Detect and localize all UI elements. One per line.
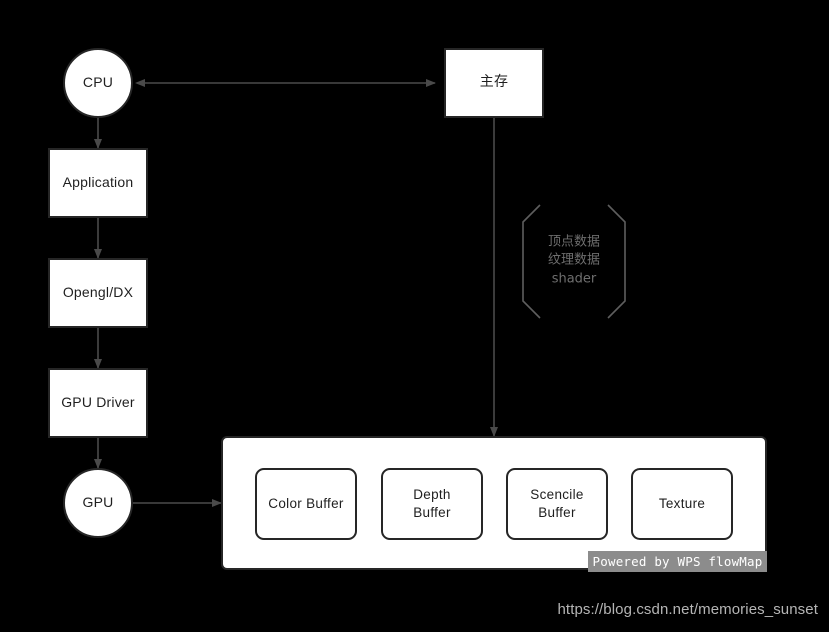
data-upload-annotation: 顶点数据 纹理数据 shader [518, 204, 630, 319]
framebuffer-box-label: Color Buffer [268, 496, 344, 512]
framebuffer-box-color-buffer[interactable]: Color Buffer [255, 468, 357, 540]
node-gpu-driver[interactable]: GPU Driver [48, 368, 148, 438]
node-application-label: Application [62, 174, 134, 191]
framebuffer-box-label: Depth Buffer [413, 487, 451, 520]
node-gpu-label: GPU [82, 494, 114, 511]
node-opengl-dx-label: Opengl/DX [62, 284, 134, 301]
framebuffer-panel: Color Buffer Depth Buffer Scencile Buffe… [221, 436, 767, 570]
framebuffer-box-scencile-buffer[interactable]: Scencile Buffer [506, 468, 608, 540]
framebuffer-box-label: Texture [658, 496, 706, 512]
framebuffer-box-depth-buffer[interactable]: Depth Buffer [381, 468, 483, 540]
source-url-text: https://blog.csdn.net/memories_sunset [557, 601, 818, 618]
node-main-memory-label: 主存 [479, 74, 509, 91]
node-application[interactable]: Application [48, 148, 148, 218]
node-opengl-dx[interactable]: Opengl/DX [48, 258, 148, 328]
node-cpu-label: CPU [82, 74, 114, 91]
node-cpu[interactable]: CPU [63, 48, 133, 118]
diagram-canvas: CPU Application Opengl/DX GPU Driver GPU… [0, 0, 829, 632]
framebuffer-box-texture[interactable]: Texture [631, 468, 733, 540]
node-gpu-driver-label: GPU Driver [61, 394, 135, 411]
node-gpu[interactable]: GPU [63, 468, 133, 538]
framebuffer-box-label: Scencile Buffer [530, 487, 584, 520]
node-main-memory[interactable]: 主存 [444, 48, 544, 118]
source-url: https://blog.csdn.net/memories_sunset [0, 601, 818, 618]
wps-watermark: Powered by WPS flowMap [588, 551, 767, 572]
wps-watermark-label: Powered by WPS flowMap [592, 554, 763, 569]
annotation-text: 顶点数据 纹理数据 shader [547, 234, 600, 287]
